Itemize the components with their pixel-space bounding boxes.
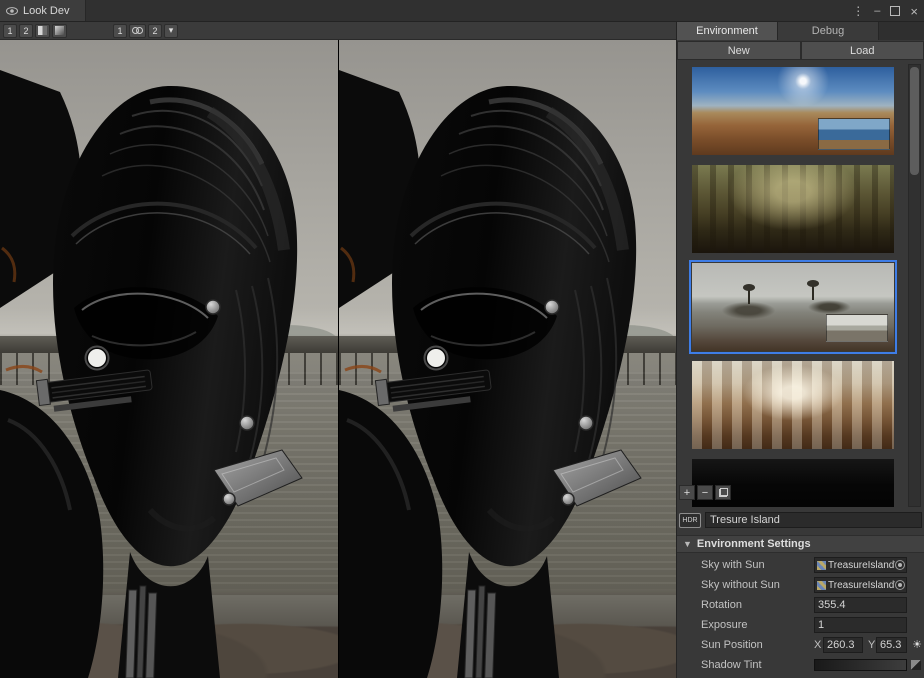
environment-settings-header[interactable]: ▼ Environment Settings [677, 535, 924, 553]
sun-y-input[interactable] [877, 639, 906, 651]
lookdev-toolbar: 1 2 1 2 ▾ [0, 22, 676, 40]
rotation-input[interactable] [815, 599, 906, 611]
texture-icon [817, 581, 826, 590]
eye-icon [6, 5, 18, 17]
exposure-input[interactable] [815, 619, 906, 631]
rotation-label: Rotation [701, 599, 742, 611]
robot-model-render [0, 40, 338, 678]
close-icon[interactable]: × [910, 4, 918, 19]
env-thumbnail-desert[interactable] [692, 67, 894, 155]
settings-properties: Sky with Sun TreasureIslandWh Sky withou… [677, 555, 924, 675]
exposure-label: Exposure [701, 619, 747, 631]
lookdev-window: Look Dev ⋮ – × 1 2 1 2 ▾ [0, 0, 924, 678]
environment-list [677, 64, 908, 507]
sun-position-row: Sun Position X Y ☀ [677, 635, 924, 655]
palm-tree [812, 285, 814, 300]
duplicate-environment-button[interactable] [715, 485, 731, 500]
hdr-name-row: HDR [679, 511, 922, 529]
sun-y-field[interactable] [876, 637, 907, 653]
exposure-row: Exposure [677, 615, 924, 635]
tab-debug[interactable]: Debug [778, 22, 879, 40]
sky-without-sun-object-field[interactable]: TreasureIslandWh [814, 577, 907, 593]
side-by-side-button[interactable] [35, 24, 50, 38]
sky-with-sun-value: TreasureIslandWh [828, 560, 895, 571]
toolbar-dropdown-button[interactable]: ▾ [164, 24, 178, 38]
sky-with-sun-label: Sky with Sun [701, 559, 765, 571]
environment-2-button[interactable]: 2 [148, 24, 162, 38]
env-thumbnail-inset [826, 314, 888, 342]
environment-link-button[interactable] [129, 24, 146, 38]
sun-icon[interactable]: ☀ [910, 637, 924, 651]
rotation-field[interactable] [814, 597, 907, 613]
add-environment-button[interactable]: + [679, 485, 695, 500]
env-thumbnail-treasure-island[interactable] [692, 263, 894, 351]
sky-with-sun-object-field[interactable]: TreasureIslandWh [814, 557, 907, 573]
menu-icon[interactable]: ⋮ [852, 0, 864, 22]
env-thumbnail-inset [818, 118, 890, 150]
object-picker-icon[interactable] [895, 560, 905, 570]
viewport-area [0, 40, 676, 678]
foldout-arrow-icon: ▼ [683, 539, 692, 549]
shadow-tint-row: Shadow Tint [677, 655, 924, 675]
color-picker-icon[interactable] [911, 660, 921, 670]
panel-tabs: Environment Debug [677, 22, 924, 40]
sky-with-sun-row: Sky with Sun TreasureIslandWh [677, 555, 924, 575]
maximize-icon[interactable] [890, 6, 900, 16]
view-mode-1-button[interactable]: 1 [3, 24, 17, 38]
object-picker-icon[interactable] [895, 580, 905, 590]
tab-environment[interactable]: Environment [677, 22, 778, 40]
settings-title: Environment Settings [697, 538, 811, 550]
blend-view-icon [55, 26, 64, 35]
minimize-icon[interactable]: – [874, 5, 880, 17]
environment-1-button[interactable]: 1 [113, 24, 127, 38]
env-thumbnail-forest[interactable] [692, 165, 894, 253]
sky-without-sun-value: TreasureIslandWh [828, 580, 895, 591]
lookdev-tab[interactable]: Look Dev [0, 0, 86, 21]
sun-x-label: X [814, 639, 821, 651]
environment-name-input[interactable] [705, 512, 922, 528]
robot-model-render [339, 40, 676, 678]
shadow-tint-color-swatch[interactable] [814, 659, 907, 671]
sky-without-sun-label: Sky without Sun [701, 579, 780, 591]
new-load-row: New Load [677, 41, 924, 60]
lookdev-viewport-1[interactable] [0, 40, 338, 678]
palm-tree [748, 289, 750, 304]
load-button[interactable]: Load [801, 41, 924, 60]
texture-icon [817, 561, 826, 570]
window-title: Look Dev [23, 5, 69, 17]
lookdev-viewport-2[interactable] [338, 40, 676, 678]
rotation-row: Rotation [677, 595, 924, 615]
scrollbar-thumb[interactable] [910, 67, 919, 175]
env-thumbnail-church[interactable] [692, 361, 894, 449]
env-list-controls: + − [679, 485, 731, 500]
split-view-icon [38, 26, 47, 35]
sun-position-label: Sun Position [701, 639, 763, 651]
exposure-field[interactable] [814, 617, 907, 633]
new-button[interactable]: New [677, 41, 801, 60]
sun-y-label: Y [868, 639, 875, 651]
link-icon [132, 27, 143, 34]
split-blend-button[interactable] [52, 24, 67, 38]
environment-panel: Environment Debug New Load + − [676, 22, 924, 678]
env-list-scrollbar[interactable] [908, 64, 921, 507]
title-bar: Look Dev ⋮ – × [0, 0, 924, 22]
sky-without-sun-row: Sky without Sun TreasureIslandWh [677, 575, 924, 595]
sun-x-field[interactable] [823, 637, 863, 653]
sun-x-input[interactable] [824, 639, 862, 651]
remove-environment-button[interactable]: − [697, 485, 713, 500]
shadow-tint-label: Shadow Tint [701, 659, 762, 671]
duplicate-icon [719, 488, 728, 497]
hdr-badge-icon: HDR [679, 513, 701, 528]
view-mode-2-button[interactable]: 2 [19, 24, 33, 38]
